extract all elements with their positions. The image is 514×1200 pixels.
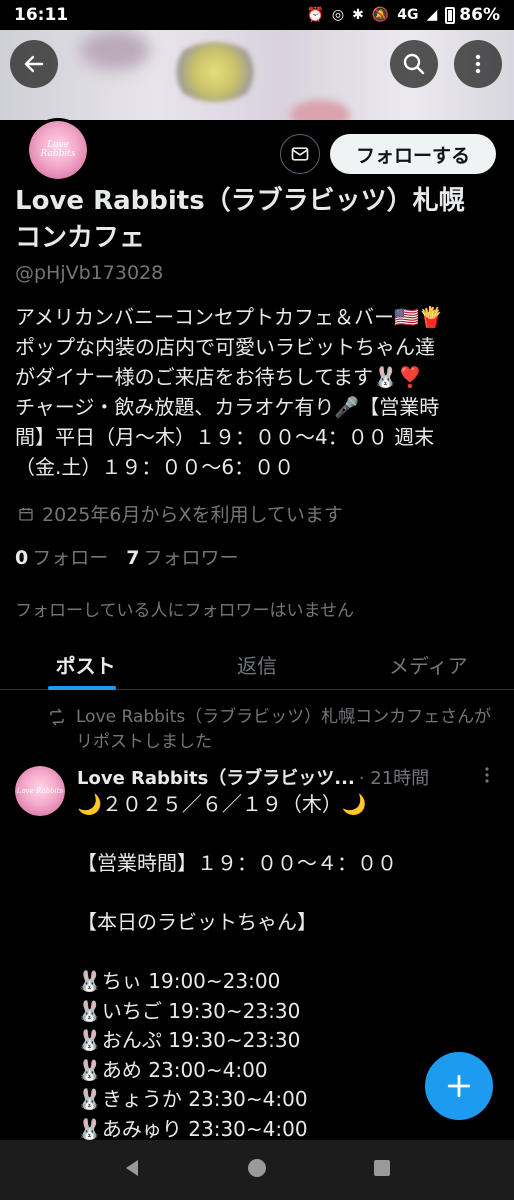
status-time: 16:11 [14,5,69,25]
mute-icon: 🔕 [371,7,390,23]
status-icons: ⏰ ◎ ✱ 🔕 4G ◢ 86% [306,5,500,25]
post-line: 🐰いちご 19:30~23:30 [77,998,301,1023]
tab-media[interactable]: メディア [343,640,514,689]
more-vertical-icon [485,767,489,783]
follow-counts: 0 フォロー 7 フォロワー [15,543,239,570]
post-header: Love Rabbits（ラブラビッツ... · 21時間 [77,764,497,790]
profile-avatar[interactable]: Love Rabbits [26,118,90,182]
repost-text: Love Rabbits（ラブラビッツ）札幌コンカフェさんがリポストしました [76,707,492,752]
compose-post-button[interactable] [425,1052,493,1120]
profile-handle: @pHjVb173028 [15,262,164,284]
alarm-icon: ⏰ [306,7,324,23]
bluetooth-icon: ✱ [352,7,364,23]
battery-icon [445,6,456,24]
arrow-left-icon [24,55,44,73]
joined-date: 2025年6月からXを利用しています [18,500,343,527]
nav-recents-button[interactable] [371,1157,393,1183]
network-type: 4G [397,7,419,23]
avatar-logo-text: Love Rabbits [40,140,76,159]
avatar-logo-text: Love Rabbits [16,786,64,795]
followers-link[interactable]: 7 フォロワー [126,543,238,570]
tab-posts[interactable]: ポスト [0,640,171,689]
square-recents-icon [373,1160,390,1176]
more-options-button[interactable] [454,40,502,88]
bio-line: （金.土）１９：００〜6：００ [15,455,295,479]
mail-icon [291,147,309,161]
post-line [77,938,507,968]
hotspot-icon: ◎ [331,7,345,23]
bio-line: チャージ・飲み放題、カラオケ有り🎤【営業時 [15,395,440,419]
back-button[interactable] [10,40,58,88]
post-line [77,879,507,909]
circle-home-icon [247,1159,266,1177]
profile-bio: アメリカンバニーコンセプトカフェ＆バー🇺🇸🍟 ポップな内装の店内で可愛いラビット… [15,302,505,482]
follow-button[interactable]: フォローする [330,134,496,174]
bio-line: アメリカンバニーコンセプトカフェ＆バー🇺🇸🍟 [15,305,444,329]
nav-back-button[interactable] [121,1157,143,1183]
post-line: 【本日のラビットちゃん】 [77,910,317,934]
followers-count: 7 [126,547,140,569]
repost-icon [50,708,64,726]
plus-icon [447,1074,471,1098]
repost-notice[interactable]: Love Rabbits（ラブラビッツ）札幌コンカフェさんがリポストしました [48,705,508,755]
post-line [77,820,507,850]
followed-by-note: フォローしている人にフォロワーはいません [15,601,354,621]
post-line: 🐰ちぃ 19:00~23:00 [77,969,281,993]
battery-indicator: 86% [445,5,500,25]
following-label: フォロー [32,547,109,569]
profile-tabs: ポスト 返信 メディア [0,640,514,690]
post-line: 🌙２０２５／６／１９（木）🌙 [77,792,367,816]
search-icon [403,53,425,75]
search-button[interactable] [390,40,438,88]
post-line: 🐰おんぷ 19:30~23:30 [77,1028,301,1052]
post-more-button[interactable] [483,766,491,789]
post-author-name[interactable]: Love Rabbits（ラブラビッツ... [77,764,355,790]
signal-icon: ◢ [426,7,438,23]
more-vertical-icon [475,54,481,74]
post-timestamp[interactable]: · 21時間 [359,764,429,790]
profile-banner [0,30,514,120]
message-button[interactable] [280,134,320,174]
bio-line: ポップな内装の店内で可愛いラビットちゃん達 [15,335,435,359]
system-navigation-bar [0,1140,514,1200]
calendar-icon [19,507,33,521]
bio-line: 間】平日（月〜木）１９：００〜4：００ 週末 [15,425,435,449]
nav-home-button[interactable] [246,1157,268,1183]
following-link[interactable]: 0 フォロー [15,543,108,570]
joined-text: 2025年6月からXを利用しています [42,504,343,526]
active-tab-indicator [48,686,116,690]
followers-label: フォロワー [143,547,239,569]
following-count: 0 [15,547,29,569]
post-author-avatar[interactable]: Love Rabbits [15,766,65,816]
battery-percent: 86% [459,5,500,25]
profile-display-name: Love Rabbits（ラブラビッツ）札幌コンカフェ [15,186,465,253]
triangle-back-icon [126,1160,139,1176]
tab-replies[interactable]: 返信 [171,640,342,689]
post-line: 【営業時間】１９：００〜４：００ [77,851,397,875]
bio-line: がダイナー様のご来店をお待ちしてます🐰❣️ [15,365,423,389]
status-bar: 16:11 ⏰ ◎ ✱ 🔕 4G ◢ 86% [0,0,514,30]
